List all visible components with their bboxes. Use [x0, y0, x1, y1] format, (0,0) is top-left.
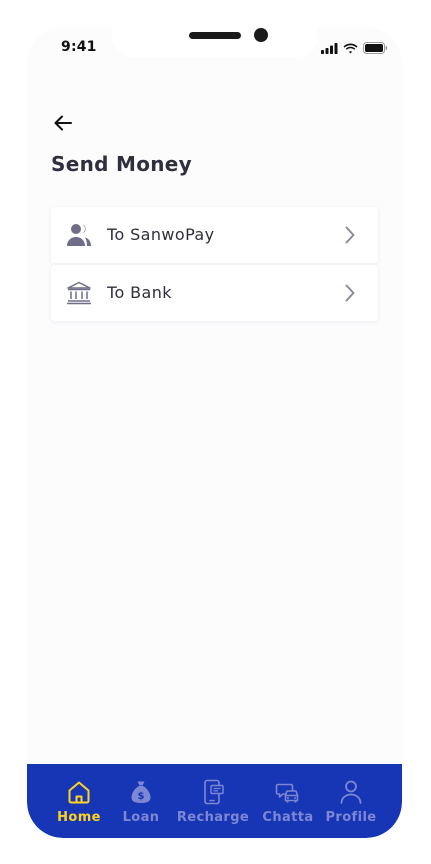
bank-icon — [67, 281, 91, 305]
status-icons — [321, 42, 388, 54]
chevron-right-icon — [345, 284, 355, 302]
chevron-right-icon — [345, 226, 355, 244]
bottom-navigation: Home $ Loan Recharge Chatta Profile — [27, 764, 402, 838]
nav-item-loan[interactable]: $ Loan — [120, 764, 162, 838]
home-icon — [68, 781, 90, 804]
option-label: To Bank — [107, 283, 172, 302]
chat-car-icon — [275, 783, 299, 803]
cellular-signal-icon — [321, 42, 338, 54]
user-icon — [340, 780, 362, 804]
front-camera — [254, 28, 268, 42]
nav-label: Loan — [122, 810, 160, 825]
send-to-sanwopay-option[interactable]: To SanwoPay — [51, 207, 378, 263]
option-label: To SanwoPay — [107, 225, 215, 244]
back-arrow-icon[interactable] — [51, 111, 75, 135]
nav-label: Profile — [325, 810, 377, 825]
nav-item-recharge[interactable]: Recharge — [177, 764, 249, 838]
wifi-icon — [343, 43, 358, 53]
status-time: 9:41 — [61, 39, 97, 55]
speaker-grille — [189, 32, 241, 39]
send-to-bank-option[interactable]: To Bank — [51, 265, 378, 321]
battery-icon — [363, 42, 388, 54]
phone-screen: 9:41 Send Money To SanwoPay To Bank Home… — [27, 27, 402, 838]
nav-label: Home — [57, 810, 101, 825]
svg-text:$: $ — [138, 791, 145, 802]
nav-item-profile[interactable]: Profile — [325, 764, 377, 838]
page-title: Send Money — [51, 152, 192, 176]
users-icon — [67, 224, 91, 246]
nav-item-chatta[interactable]: Chatta — [261, 764, 315, 838]
nav-label: Recharge — [176, 810, 250, 825]
nav-label: Chatta — [262, 810, 314, 825]
phone-recharge-icon — [204, 779, 224, 805]
nav-item-home[interactable]: Home — [53, 764, 105, 838]
money-bag-icon: $ — [131, 781, 151, 803]
status-bar: 9:41 — [27, 27, 402, 71]
